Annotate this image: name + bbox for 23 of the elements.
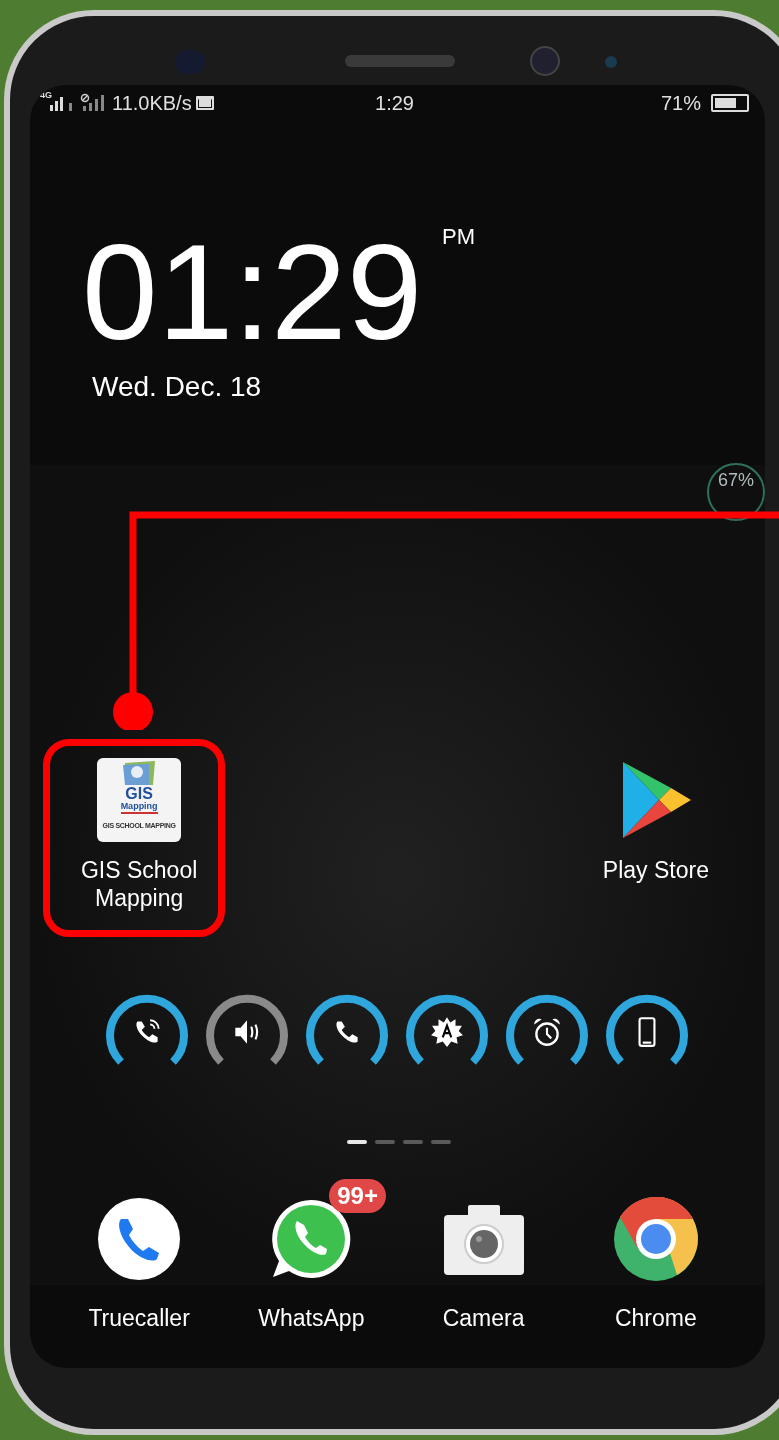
- status-time: 1:29: [375, 91, 414, 116]
- network-speed: 11.0KB/s: [112, 91, 192, 116]
- mail-icon: [195, 96, 214, 110]
- page-indicator[interactable]: [346, 1140, 367, 1144]
- clock-date: Wed. Dec. 18: [92, 373, 262, 401]
- logo-subtitle: Mapping: [120, 802, 158, 814]
- app-label[interactable]: GIS School Mapping: [80, 856, 198, 912]
- gis-logo-text: GIS: [125, 786, 153, 802]
- battery-percentage: 71%: [660, 91, 701, 116]
- app-label[interactable]: Camera: [442, 1301, 525, 1336]
- chrome-logo-icon[interactable]: [613, 1197, 698, 1281]
- truecaller-phone-icon[interactable]: [97, 1197, 182, 1281]
- battery-icon: [711, 94, 749, 112]
- app-label[interactable]: WhatsApp: [258, 1301, 365, 1336]
- clock-period: PM: [442, 226, 475, 248]
- storage-widget: 67%: [707, 463, 765, 521]
- clock-time: 01:29: [82, 224, 423, 360]
- app-label[interactable]: Play Store: [602, 856, 709, 884]
- network-type-label: 4G: [40, 91, 52, 100]
- auto-brightness-icon: [430, 1015, 464, 1049]
- notification-badge: 99+: [329, 1179, 386, 1213]
- app-label[interactable]: Chrome: [614, 1301, 697, 1336]
- app-label[interactable]: Truecaller: [88, 1301, 190, 1336]
